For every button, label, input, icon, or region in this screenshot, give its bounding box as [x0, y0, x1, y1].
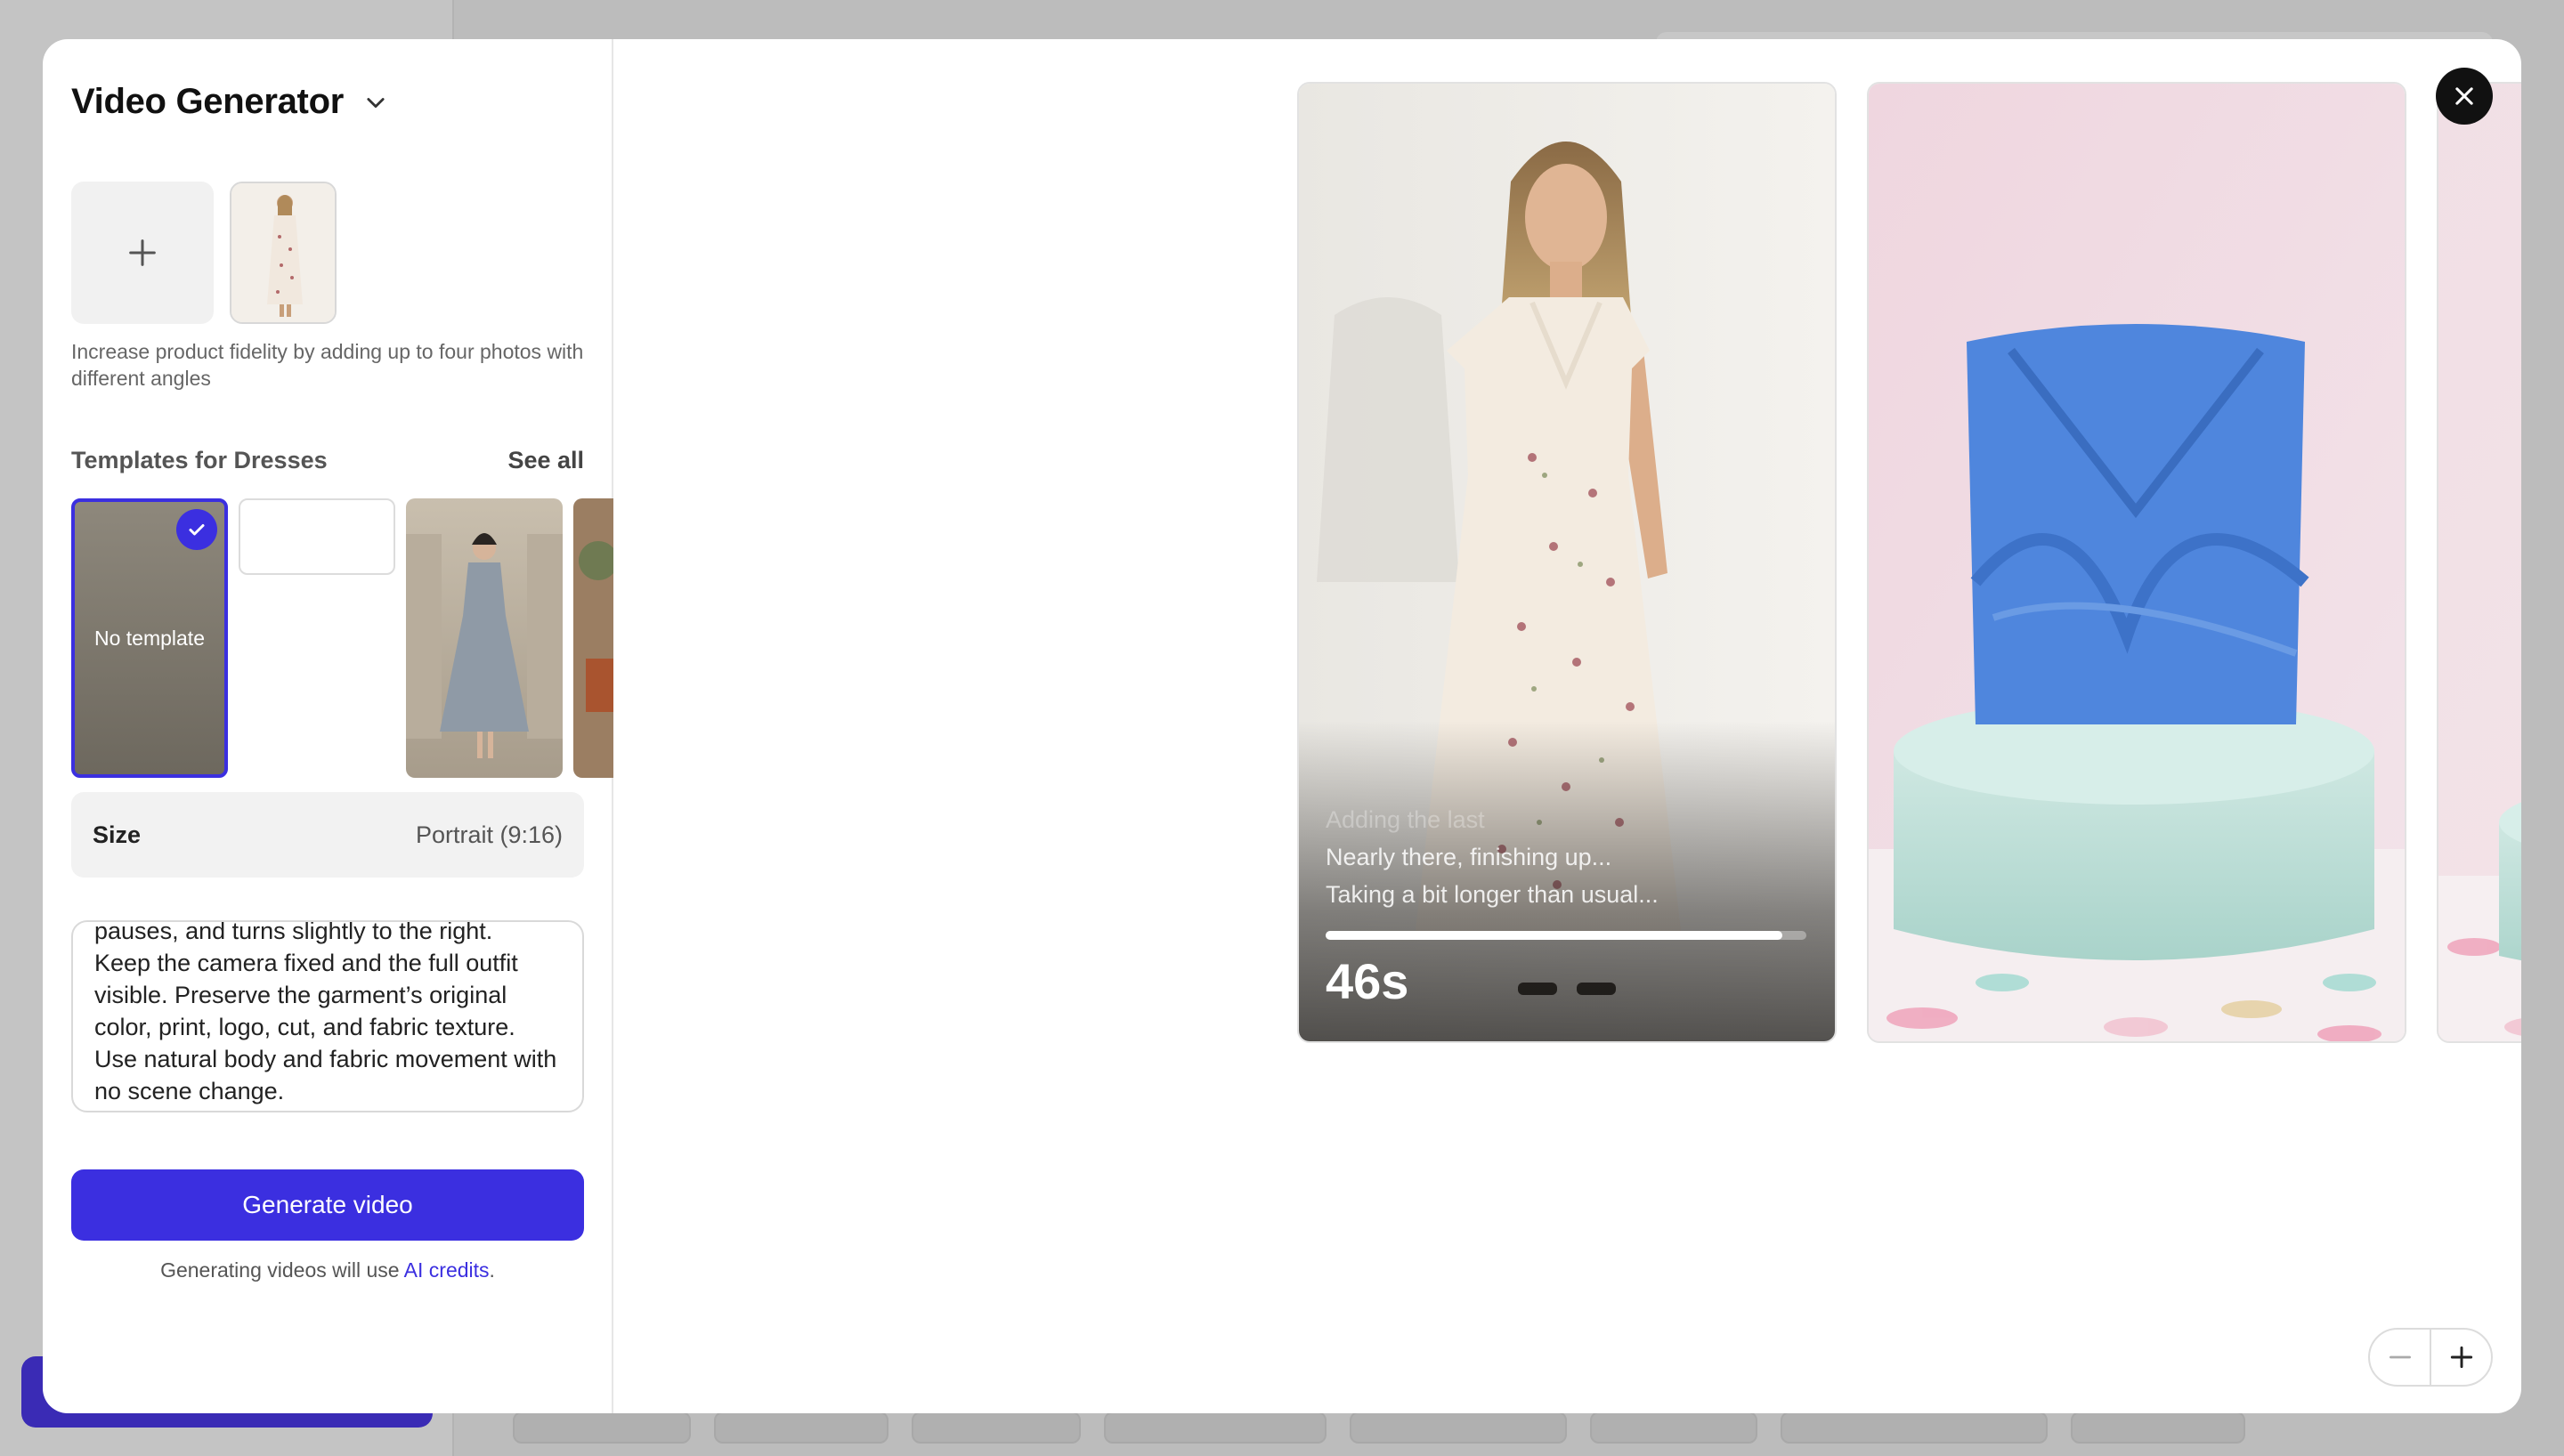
- close-button[interactable]: [2436, 68, 2493, 125]
- upload-hint: Increase product fidelity by adding up t…: [71, 340, 584, 390]
- status-message-1: Adding the last: [1326, 806, 1485, 833]
- see-all-link[interactable]: See all: [507, 447, 584, 474]
- status-message-3: Taking a bit longer than usual...: [1326, 881, 1659, 908]
- progress-bar-fill: [1326, 931, 1782, 940]
- product-photos: [71, 182, 337, 324]
- background-thumbnail-strip: [513, 1412, 2245, 1444]
- size-selector[interactable]: Size Portrait (9:16): [71, 792, 584, 878]
- template-blank[interactable]: [239, 498, 395, 575]
- template-model-gray-dress[interactable]: [406, 498, 563, 778]
- minus-icon: [2389, 1355, 2411, 1359]
- generate-video-button[interactable]: Generate video: [71, 1169, 584, 1241]
- templates-header: Templates for Dresses See all: [71, 447, 584, 474]
- size-label: Size: [93, 821, 142, 848]
- prompt-text: pauses, and turns slightly to the right.…: [94, 920, 557, 1104]
- templates-title: Templates for Dresses: [71, 447, 328, 473]
- dress-photo: [231, 183, 335, 322]
- check-icon: [176, 509, 217, 550]
- status-message-2: Nearly there, finishing up...: [1326, 844, 1612, 870]
- chevron-down-icon: [367, 97, 385, 108]
- plus-icon: [2450, 1346, 2472, 1369]
- zoom-in-button[interactable]: [2431, 1330, 2491, 1385]
- template-carousel: No template: [71, 498, 613, 778]
- credits-note-suffix: .: [489, 1258, 495, 1282]
- video-generator-modal: Video Generator Increase product fidelit…: [43, 39, 2521, 1413]
- ai-credits-link[interactable]: AI credits: [404, 1258, 490, 1282]
- credits-note-text: Generating videos will use: [160, 1258, 404, 1282]
- folded-dress-pedestal-image: [1869, 84, 2405, 1041]
- video-card-generating[interactable]: Adding the last Nearly there, finishing …: [1297, 82, 1837, 1043]
- prompt-textarea[interactable]: pauses, and turns slightly to the right.…: [71, 920, 584, 1112]
- template-partial-preview[interactable]: [573, 498, 613, 778]
- generator-selector[interactable]: Video Generator: [71, 82, 388, 122]
- credits-note: Generating videos will use AI credits.: [71, 1258, 584, 1282]
- template-label: No template: [93, 626, 205, 650]
- zoom-out-button[interactable]: [2370, 1330, 2430, 1385]
- product-photo-thumbnail[interactable]: [230, 182, 337, 324]
- add-photo-button[interactable]: [71, 182, 214, 324]
- countdown-timer: 46s: [1326, 953, 1409, 1009]
- plus-icon: [129, 239, 156, 266]
- preview-gallery: Adding the last Nearly there, finishing …: [613, 39, 2521, 1413]
- size-value: Portrait (9:16): [415, 821, 563, 848]
- modal-title: Video Generator: [71, 82, 344, 121]
- wrap-dress-pedestal-image: [2438, 84, 2521, 1041]
- video-card-wrap-dress[interactable]: [2437, 82, 2521, 1043]
- progress-bar: [1326, 931, 1806, 940]
- template-no-template[interactable]: No template: [71, 498, 228, 778]
- video-card-folded-dress[interactable]: [1867, 82, 2406, 1043]
- zoom-controls: [2368, 1328, 2493, 1387]
- settings-panel: Video Generator Increase product fidelit…: [43, 39, 613, 1413]
- close-icon: [2455, 87, 2473, 105]
